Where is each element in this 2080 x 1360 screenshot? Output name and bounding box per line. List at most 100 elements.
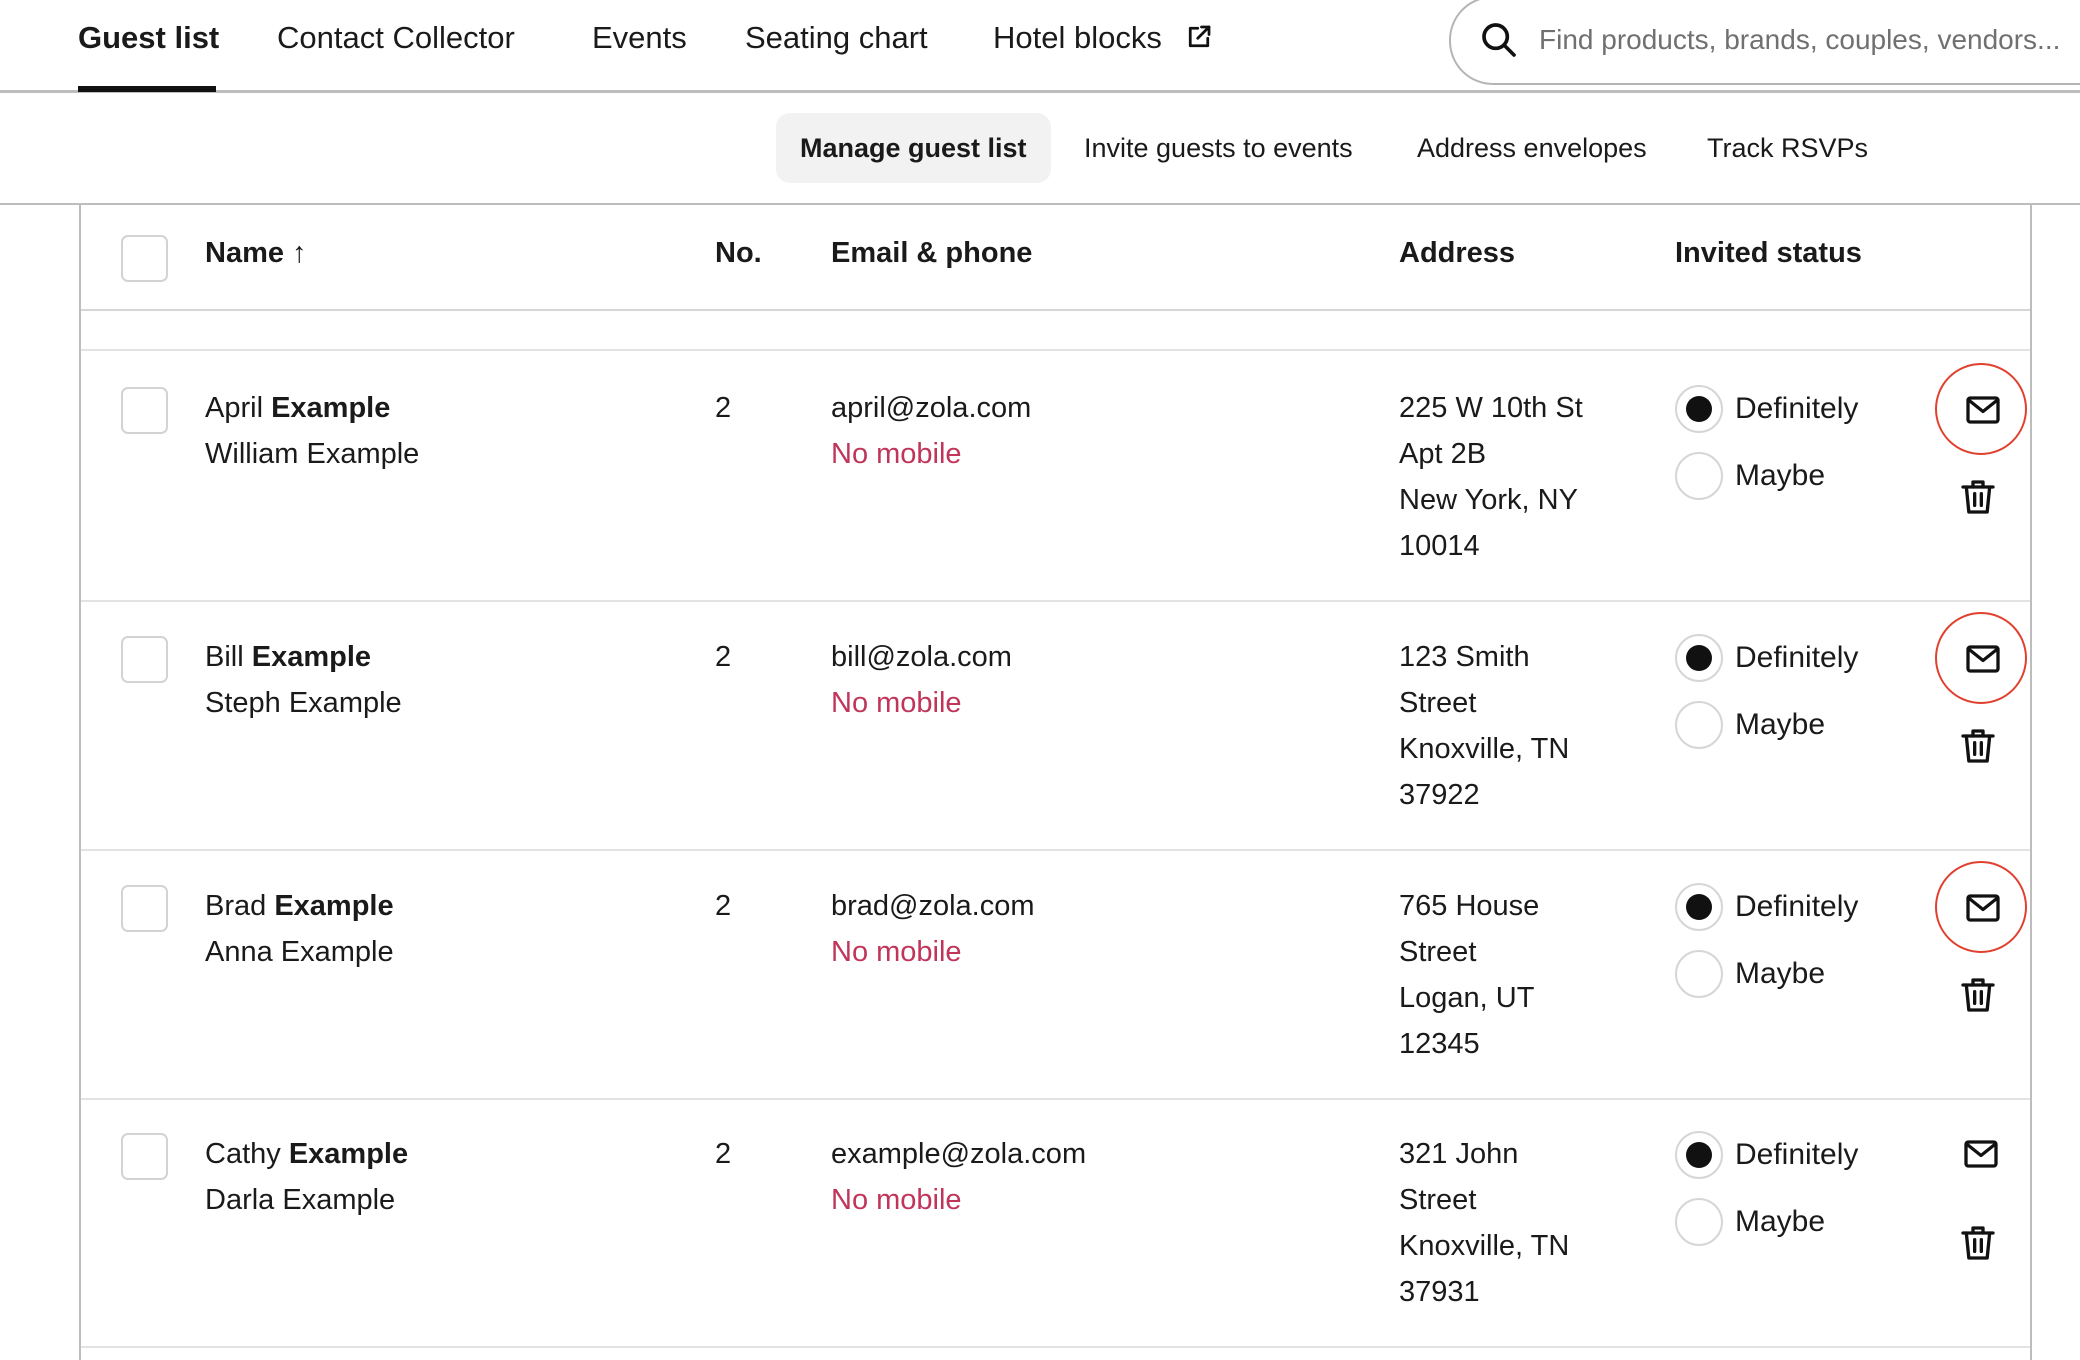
primary-last-name: Example (271, 392, 391, 424)
guest-count: 2 (715, 890, 732, 922)
address: 225 W 10th St Apt 2B New York, NY 10014 (1399, 385, 1583, 569)
guest-count: 2 (715, 392, 732, 424)
tab-guest-list[interactable]: Guest list (78, 20, 219, 56)
address-line: Knoxville, TN (1399, 733, 1570, 765)
send-email-button[interactable] (1935, 861, 2027, 953)
top-nav: Guest list Contact Collector Events Seat… (0, 0, 2080, 93)
mail-icon (1966, 894, 2000, 922)
table-row: Brad Example Anna Example 2 brad@zola.co… (81, 851, 2030, 1100)
address: 123 Smith Street Knoxville, TN 37922 (1399, 634, 1569, 818)
guest-count: 2 (715, 1138, 732, 1170)
status-label: Maybe (1735, 1205, 1826, 1238)
email: example@zola.com (831, 1138, 1087, 1170)
search-input[interactable] (1539, 16, 2080, 64)
send-email-button[interactable] (1935, 612, 2027, 704)
send-email-button[interactable] (1935, 363, 2027, 455)
primary-first-name: Bill (205, 641, 244, 673)
row-checkbox[interactable] (121, 1133, 168, 1180)
status-label: Maybe (1735, 708, 1826, 741)
contact-info: example@zola.com No mobile (831, 1131, 1086, 1223)
status-label: Definitely (1735, 1138, 1859, 1171)
table-spacer (81, 311, 2030, 351)
trash-icon[interactable] (1958, 975, 1998, 1015)
email: bill@zola.com (831, 641, 1012, 673)
radio-button[interactable] (1675, 701, 1723, 749)
active-tab-indicator (78, 86, 216, 92)
column-header-no: No. (715, 237, 762, 269)
address-line: Knoxville, TN (1399, 1230, 1570, 1262)
guest-names[interactable]: April Example William Example (205, 385, 419, 477)
phone-status[interactable]: No mobile (831, 929, 1035, 975)
tab-events[interactable]: Events (592, 20, 687, 56)
row-checkbox[interactable] (121, 387, 168, 434)
phone-status[interactable]: No mobile (831, 680, 1012, 726)
address-line: 37931 (1399, 1276, 1480, 1308)
guest-count: 2 (715, 641, 732, 673)
column-header-address: Address (1399, 237, 1516, 269)
phone-status[interactable]: No mobile (831, 1177, 1086, 1223)
address: 765 House Street Logan, UT 12345 (1399, 883, 1539, 1067)
tab-hotel-blocks[interactable]: Hotel blocks (993, 20, 1214, 56)
trash-icon[interactable] (1958, 477, 1998, 517)
mail-icon (1964, 1140, 1998, 1168)
table-row: April Example William Example 2 april@zo… (81, 353, 2030, 602)
column-header-email-phone: Email & phone (831, 237, 1033, 269)
subtab-track-rsvps[interactable]: Track RSVPs (1683, 113, 1892, 183)
address-line: 12345 (1399, 1028, 1480, 1060)
address-line: Logan, UT (1399, 982, 1535, 1014)
status-label: Definitely (1735, 890, 1859, 923)
primary-last-name: Example (251, 641, 372, 673)
subtab-manage-guest-list[interactable]: Manage guest list (776, 113, 1051, 183)
sort-ascending-icon: ↑ (292, 237, 307, 269)
contact-info: april@zola.com No mobile (831, 385, 1031, 477)
subtab-invite-guests[interactable]: Invite guests to events (1060, 113, 1377, 183)
table-row: Bill Example Steph Example 2 bill@zola.c… (81, 602, 2030, 851)
trash-icon[interactable] (1958, 726, 1998, 766)
guest-names[interactable]: Bill Example Steph Example (205, 634, 402, 726)
search-icon (1482, 23, 1516, 57)
sub-nav: Manage guest list Invite guests to event… (0, 93, 2080, 205)
row-checkbox[interactable] (121, 636, 168, 683)
address-line: 37922 (1399, 779, 1480, 811)
address-line: 765 House (1399, 890, 1540, 922)
status-label: Definitely (1735, 392, 1859, 425)
address-line: 10014 (1399, 530, 1480, 562)
subtab-address-envelopes[interactable]: Address envelopes (1393, 113, 1671, 183)
secondary-guest-name: Steph Example (205, 687, 402, 719)
primary-last-name: Example (274, 890, 394, 922)
contact-info: bill@zola.com No mobile (831, 634, 1012, 726)
tab-contact-collector[interactable]: Contact Collector (277, 20, 515, 56)
row-checkbox[interactable] (121, 885, 168, 932)
guest-names[interactable]: Brad Example Anna Example (205, 883, 394, 975)
radio-button[interactable] (1675, 950, 1723, 998)
status-label: Maybe (1735, 459, 1826, 492)
trash-icon[interactable] (1958, 1223, 1998, 1263)
tab-seating-chart[interactable]: Seating chart (745, 20, 928, 56)
address-line: 123 Smith (1399, 641, 1530, 673)
primary-first-name: April (205, 392, 264, 424)
column-header-invited-status: Invited status (1675, 237, 1862, 269)
mail-icon (1966, 396, 2000, 424)
phone-status[interactable]: No mobile (831, 431, 1031, 477)
guest-table: Name ↑ No. Email & phone Address Invited… (79, 205, 2032, 1360)
secondary-guest-name: Darla Example (205, 1184, 396, 1216)
radio-button-checked[interactable] (1675, 385, 1723, 433)
radio-button-checked[interactable] (1675, 1131, 1723, 1179)
external-link-icon (1189, 25, 1211, 48)
radio-button[interactable] (1675, 1198, 1723, 1246)
radio-button-checked[interactable] (1675, 634, 1723, 682)
address-line: Apt 2B (1399, 438, 1487, 470)
search-box[interactable] (1449, 0, 2080, 85)
send-email-button[interactable] (1935, 1109, 2027, 1201)
radio-button[interactable] (1675, 452, 1723, 500)
secondary-guest-name: Anna Example (205, 936, 394, 968)
secondary-guest-name: William Example (205, 438, 420, 470)
address-line: Street (1399, 687, 1477, 719)
guest-names[interactable]: Cathy Example Darla Example (205, 1131, 408, 1223)
radio-button-checked[interactable] (1675, 883, 1723, 931)
column-header-name-label: Name (205, 237, 284, 269)
select-all-checkbox[interactable] (121, 235, 168, 282)
mail-icon (1966, 645, 2000, 673)
column-header-name[interactable]: Name ↑ (205, 237, 307, 270)
email: april@zola.com (831, 392, 1032, 424)
